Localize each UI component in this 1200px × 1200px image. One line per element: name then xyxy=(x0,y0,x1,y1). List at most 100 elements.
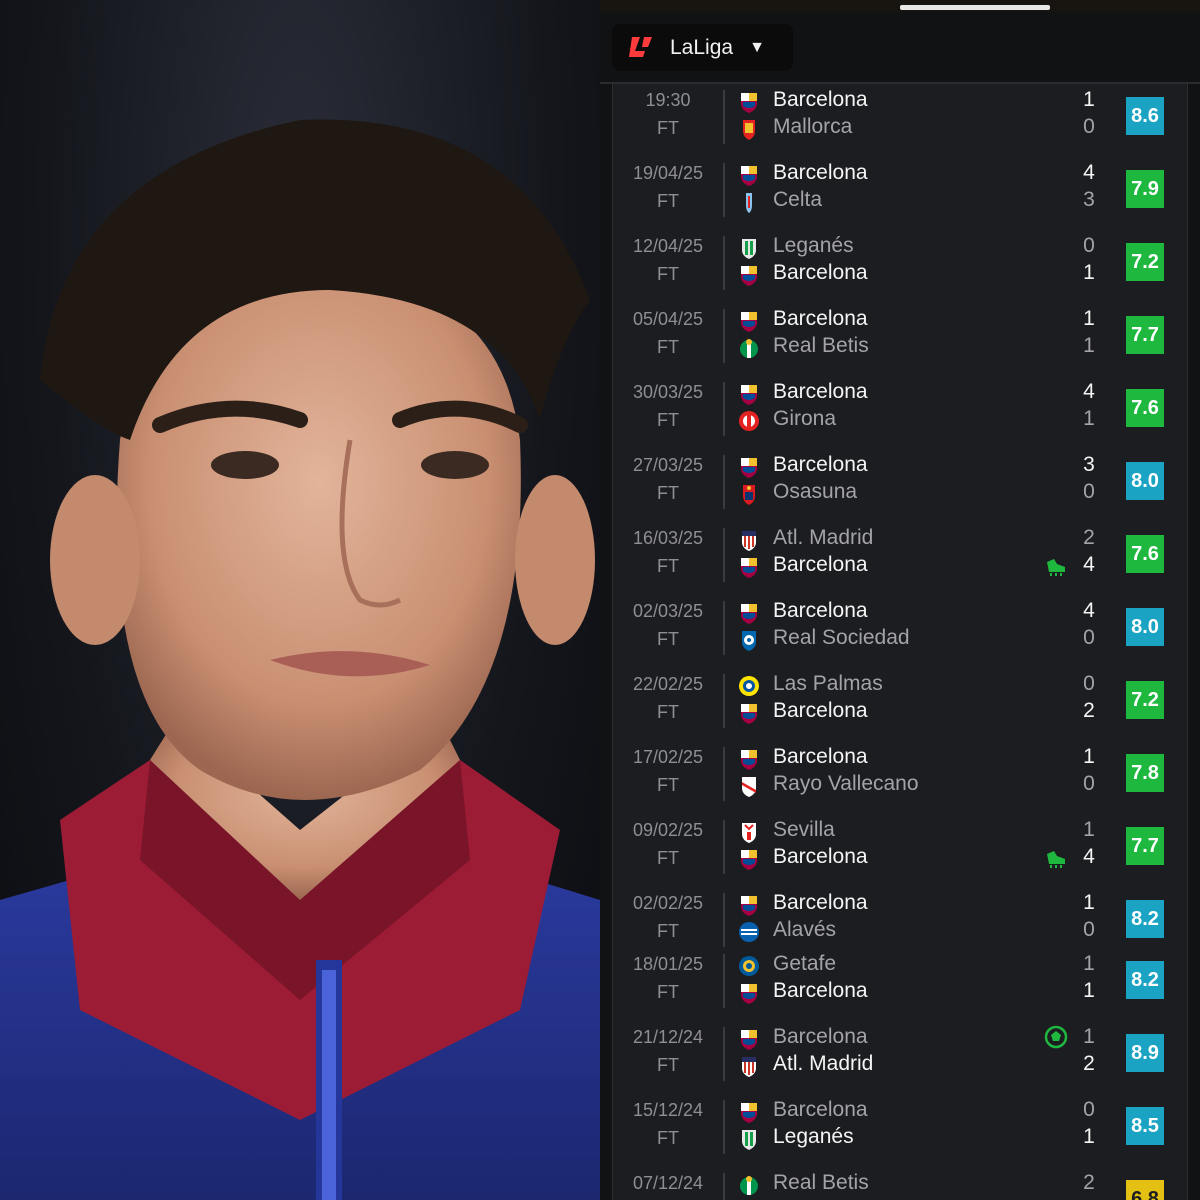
home-score: 2 xyxy=(1083,526,1095,549)
row-divider xyxy=(723,747,725,801)
away-team-name: Barcelona xyxy=(773,553,868,576)
away-team-name: Alavés xyxy=(773,918,837,941)
match-row[interactable]: 09/02/25 FT Sevilla 1 Barcelona 4 7.7 xyxy=(613,814,1189,887)
row-divider xyxy=(723,236,725,290)
player-rating-badge: 7.8 xyxy=(1126,754,1164,792)
home-score: 1 xyxy=(1083,952,1095,975)
real-sociedad-crest-icon xyxy=(742,631,756,651)
match-row[interactable]: 15/12/24 FT Barcelona 0 Leganés 1 8.5 xyxy=(613,1094,1189,1167)
away-score: 4 xyxy=(1083,845,1095,868)
away-score: 1 xyxy=(1083,979,1095,1002)
match-date: 19/04/25 xyxy=(632,163,704,183)
home-score: 1 xyxy=(1083,88,1095,111)
match-row[interactable]: 12/04/25 FT Leganés 0 Barcelona 1 7.2 xyxy=(613,230,1189,303)
row-divider xyxy=(723,893,725,947)
tab-bar xyxy=(600,0,1200,12)
away-team-name: Barcelona xyxy=(773,979,868,1002)
league-name: LaLiga xyxy=(670,35,734,59)
chevron-down-icon[interactable]: ▼ xyxy=(749,39,765,57)
barcelona-crest-icon xyxy=(741,1103,757,1123)
match-row[interactable]: 30/03/25 FT Barcelona 4 Girona 1 7.6 xyxy=(613,376,1189,449)
away-team-name: Real Betis xyxy=(773,334,869,357)
away-score: 2 xyxy=(1083,1052,1095,1075)
home-team-name: Barcelona xyxy=(773,307,868,330)
match-status: FT xyxy=(657,1055,679,1075)
away-team-name: Barcelona xyxy=(773,699,868,722)
match-status: FT xyxy=(657,848,679,868)
player-photo xyxy=(0,0,600,1200)
match-date: 09/02/25 xyxy=(632,820,704,840)
sevilla-crest-icon xyxy=(742,823,756,843)
match-status: FT xyxy=(657,982,679,1002)
barcelona-crest-icon xyxy=(741,312,757,332)
player-rating-badge: 6.8 xyxy=(1126,1180,1164,1200)
away-team-name: Mallorca xyxy=(773,115,853,138)
match-row[interactable]: 02/03/25 FT Barcelona 4 Real Sociedad 0 8.0 xyxy=(613,595,1189,668)
match-row[interactable]: 21/12/24 FT Barcelona 1 Atl. Madrid 2 8.9 xyxy=(613,1021,1189,1094)
away-score: 3 xyxy=(1083,188,1095,211)
match-status: FT xyxy=(657,337,679,357)
match-status: FT xyxy=(657,556,679,576)
match-date: 21/12/24 xyxy=(632,1027,704,1047)
away-score: 1 xyxy=(1083,1125,1095,1148)
away-score: 1 xyxy=(1083,334,1095,357)
away-team-name: Barcelona xyxy=(773,261,868,284)
barcelona-crest-icon xyxy=(741,458,757,478)
match-row[interactable]: 19:30 FT Barcelona 1 Mallorca 0 8.6 xyxy=(613,84,1189,157)
away-team-name: Celta xyxy=(773,188,823,211)
match-status: FT xyxy=(657,1128,679,1148)
away-team-name: Osasuna xyxy=(773,480,858,503)
away-score: 2 xyxy=(1083,699,1095,722)
player-rating-badge: 7.2 xyxy=(1126,681,1164,719)
away-score: 0 xyxy=(1083,480,1095,503)
home-score: 0 xyxy=(1083,672,1095,695)
assist-boot-icon xyxy=(1047,559,1065,576)
match-row[interactable]: 16/03/25 FT Atl. Madrid 2 Barcelona 4 7.6 xyxy=(613,522,1189,595)
osasuna-crest-icon xyxy=(743,485,755,505)
match-history-panel: LaLiga ▼ 19:30 FT Barcelona 1 Mallorca 0 8.6 19… xyxy=(600,0,1200,1200)
match-status: FT xyxy=(657,921,679,941)
match-status: FT xyxy=(657,702,679,722)
match-row[interactable]: 17/02/25 FT Barcelona 1 Rayo Vallecano 0 7.8 xyxy=(613,741,1189,814)
away-team-name: Rayo Vallecano xyxy=(773,772,919,795)
row-divider xyxy=(723,309,725,363)
away-team-name: Girona xyxy=(773,407,837,430)
away-score: 0 xyxy=(1083,772,1095,795)
home-score: 1 xyxy=(1083,1025,1095,1048)
match-row[interactable]: 19/04/25 FT Barcelona 4 Celta 3 7.9 xyxy=(613,157,1189,230)
home-team-name: Real Betis xyxy=(773,1171,869,1194)
match-status: FT xyxy=(657,775,679,795)
row-divider xyxy=(723,820,725,874)
player-rating-badge: 8.2 xyxy=(1126,961,1164,999)
row-divider xyxy=(723,1173,725,1200)
match-status: FT xyxy=(657,191,679,211)
home-team-name: Barcelona xyxy=(773,599,868,622)
match-date: 15/12/24 xyxy=(632,1100,704,1120)
barcelona-crest-icon xyxy=(741,266,757,286)
home-team-name: Getafe xyxy=(773,952,837,975)
away-score: 0 xyxy=(1083,918,1095,941)
away-score: 0 xyxy=(1083,115,1095,138)
home-score: 0 xyxy=(1083,1098,1095,1121)
home-team-name: Barcelona xyxy=(773,453,868,476)
barcelona-crest-icon xyxy=(741,850,757,870)
match-date: 07/12/24 xyxy=(632,1173,704,1193)
match-row[interactable]: 18/01/25 FT Getafe 1 Barcelona 1 8.2 xyxy=(613,948,1189,1021)
row-divider xyxy=(723,954,725,1008)
match-row[interactable]: 27/03/25 FT Barcelona 3 Osasuna 0 8.0 xyxy=(613,449,1189,522)
match-row[interactable]: 07/12/24FTReal Betis2Barcelona26.8 xyxy=(613,1167,1189,1200)
player-rating-badge: 8.0 xyxy=(1126,462,1164,500)
goal-ball-icon xyxy=(1044,1025,1068,1049)
match-row[interactable]: 22/02/25 FT Las Palmas 0 Barcelona 2 7.2 xyxy=(613,668,1189,741)
home-team-name: Barcelona xyxy=(773,1098,868,1121)
barcelona-crest-icon xyxy=(741,166,757,186)
row-divider xyxy=(723,90,725,144)
match-row[interactable]: 05/04/25 FT Barcelona 1 Real Betis 1 7.7 xyxy=(613,303,1189,376)
league-selector-button[interactable]: LaLiga ▼ xyxy=(612,24,793,71)
player-rating-badge: 7.6 xyxy=(1126,535,1164,573)
atl-madrid-crest-icon xyxy=(742,1057,756,1077)
barcelona-crest-icon xyxy=(741,750,757,770)
player-rating-badge: 7.2 xyxy=(1126,243,1164,281)
home-team-name: Barcelona xyxy=(773,745,868,768)
home-team-name: Barcelona xyxy=(773,891,868,914)
